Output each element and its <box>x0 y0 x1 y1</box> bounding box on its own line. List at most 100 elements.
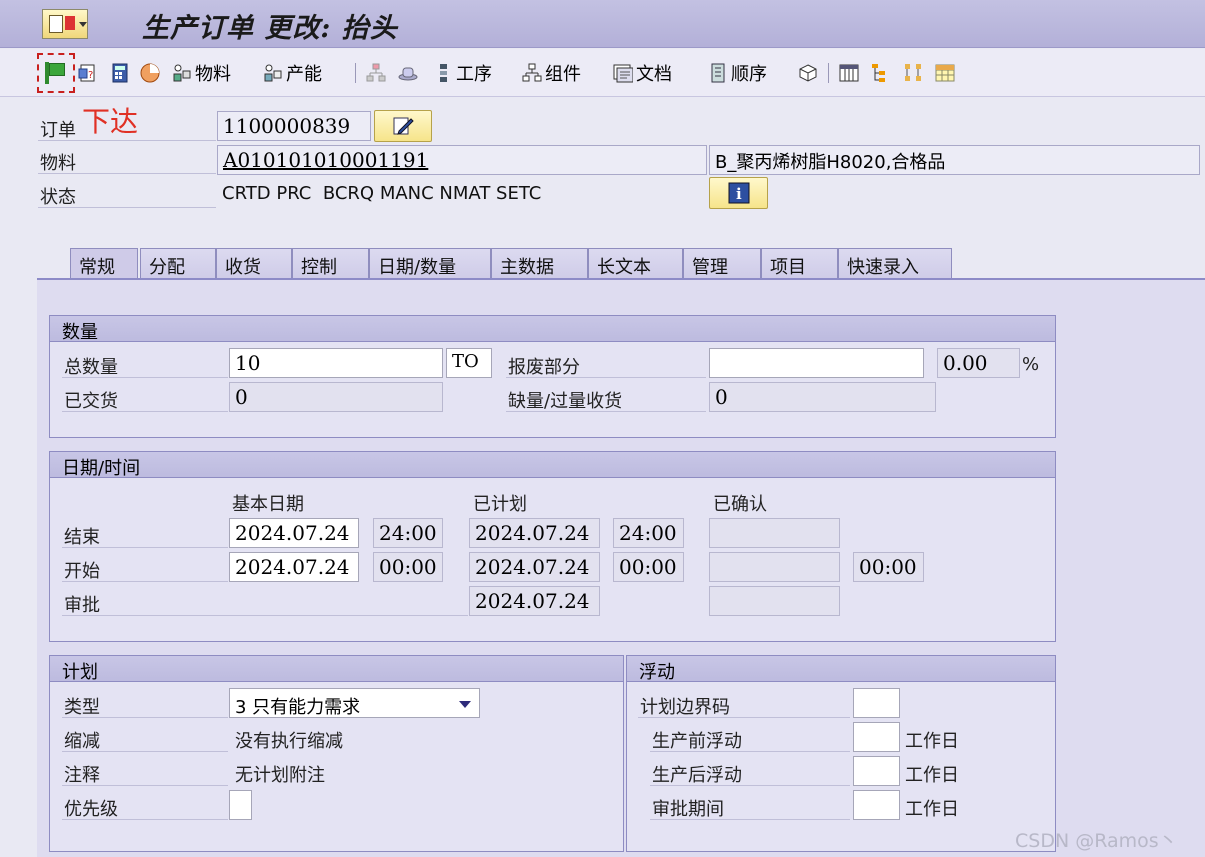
divider <box>62 377 228 378</box>
tab-fast-entry[interactable]: 快速录入 <box>838 248 952 278</box>
tree-button[interactable] <box>871 59 894 87</box>
note-label: 注释 <box>64 765 100 786</box>
material-button[interactable]: 物料 <box>172 59 231 87</box>
sched-release-date-field: 2024.07.24 <box>469 586 600 616</box>
tab-control[interactable]: 控制 <box>292 248 369 278</box>
sched-end-date-field: 2024.07.24 <box>469 518 600 548</box>
float-group-title: 浮动 <box>627 656 1055 683</box>
planning-group: 计划 <box>49 655 624 852</box>
float-group: 浮动 <box>626 655 1056 852</box>
quantity-group-title: 数量 <box>50 316 1055 343</box>
confirmed-start-time-field: 00:00 <box>853 552 924 582</box>
basic-end-date-field[interactable]: 2024.07.24 <box>229 518 359 548</box>
dates-group-title: 日期/时间 <box>50 452 1055 479</box>
capacity-button[interactable]: 产能 <box>263 59 322 87</box>
operations-button[interactable]: 工序 <box>433 59 492 87</box>
system-status: CRTD PRC BCRQ MANC NMAT SETC <box>222 183 542 204</box>
change-order-button[interactable] <box>374 110 432 142</box>
status-info-button[interactable]: i <box>709 177 768 209</box>
basic-start-date-field[interactable]: 2024.07.24 <box>229 552 359 582</box>
basic-end-time-field: 24:00 <box>373 518 443 548</box>
float-after-label: 生产后浮动 <box>652 765 742 786</box>
hat-button[interactable] <box>398 59 421 87</box>
columns-button[interactable] <box>839 59 862 87</box>
priority-field[interactable] <box>229 790 252 820</box>
divider <box>650 819 850 820</box>
hierarchy-icon <box>366 63 386 82</box>
scheduling-type-select[interactable]: 3 只有能力需求 <box>229 688 480 718</box>
document-question-button[interactable]: ? <box>78 59 101 87</box>
tab-goods-receipt[interactable]: 收货 <box>216 248 292 278</box>
total-quantity-field[interactable]: 10 <box>229 348 443 378</box>
order-number-field[interactable]: 1100000839 <box>217 111 371 141</box>
sequence-button[interactable]: 顺序 <box>708 59 767 87</box>
documents-icon <box>613 64 633 83</box>
divider <box>62 411 228 412</box>
divider <box>506 377 706 378</box>
release-period-label: 审批期间 <box>652 799 724 820</box>
basic-start-time-field: 00:00 <box>373 552 443 582</box>
tab-items[interactable]: 项目 <box>761 248 838 278</box>
sched-margin-key-field[interactable] <box>853 688 900 718</box>
divider <box>62 615 468 616</box>
capacity-button-label: 产能 <box>286 64 322 85</box>
release-period-field[interactable] <box>853 790 900 820</box>
components-icon <box>522 63 542 82</box>
material-label: 物料 <box>40 153 76 174</box>
order-label: 订单 <box>40 120 76 141</box>
tab-general[interactable]: 常规 <box>70 248 138 278</box>
divider <box>650 751 850 752</box>
divider <box>62 717 228 718</box>
documents-button[interactable]: 文档 <box>613 59 672 87</box>
network-icon <box>905 64 921 81</box>
svg-text:i: i <box>736 185 742 203</box>
float-before-label: 生产前浮动 <box>652 731 742 752</box>
network-button[interactable] <box>903 59 926 87</box>
scrap-field[interactable] <box>709 348 924 378</box>
info-icon: i <box>728 182 749 204</box>
material-description: B_聚丙烯树脂H8020,合格品 <box>709 145 1200 175</box>
components-button[interactable]: 组件 <box>522 59 581 87</box>
calculator-button[interactable] <box>110 59 133 87</box>
delivered-label: 已交货 <box>64 391 118 412</box>
float-before-field[interactable] <box>853 722 900 752</box>
title-bar: 生产订单 更改: 抬头 <box>0 0 1205 48</box>
sched-start-time-field: 00:00 <box>613 552 684 582</box>
sched-start-date-field: 2024.07.24 <box>469 552 600 582</box>
sequence-icon <box>711 63 725 83</box>
confirmed-release-field <box>709 586 840 616</box>
sequence-button-label: 顺序 <box>731 64 767 85</box>
documents-button-label: 文档 <box>636 64 672 85</box>
tab-long-text[interactable]: 长文本 <box>588 248 683 278</box>
scheduling-type-value: 3 只有能力需求 <box>235 697 361 718</box>
percent-sign: % <box>1022 354 1040 375</box>
unit-field[interactable]: TO <box>446 348 492 378</box>
cube-button[interactable] <box>798 59 821 87</box>
scrap-percent-field: 0.00 <box>937 348 1020 378</box>
hierarchy-button[interactable] <box>366 59 389 87</box>
material-number-field[interactable]: A010101010001191 <box>217 145 707 175</box>
tab-assignment[interactable]: 分配 <box>140 248 216 278</box>
divider <box>38 173 216 174</box>
delivered-field: 0 <box>229 382 443 412</box>
chevron-down-icon[interactable] <box>459 701 471 708</box>
release-annotation: 下达 <box>82 105 139 138</box>
reduction-value: 没有执行缩减 <box>235 731 343 752</box>
tab-dates-quantities[interactable]: 日期/数量 <box>369 248 491 278</box>
grid-button[interactable] <box>935 59 958 87</box>
note-value: 无计划附注 <box>235 765 325 786</box>
columns-icon <box>839 64 859 82</box>
tab-master-data[interactable]: 主数据 <box>491 248 588 278</box>
release-button[interactable] <box>45 59 68 87</box>
divider <box>38 140 216 141</box>
confirmed-header: 已确认 <box>713 494 767 515</box>
reduction-label: 缩减 <box>64 731 100 752</box>
float-after-field[interactable] <box>853 756 900 786</box>
toolbar-separator <box>828 63 829 83</box>
pie-chart-icon <box>140 63 160 83</box>
grid-icon <box>935 64 955 82</box>
priority-label: 优先级 <box>64 799 118 820</box>
tab-administration[interactable]: 管理 <box>683 248 761 278</box>
menu-icon[interactable] <box>42 9 88 39</box>
costs-button[interactable] <box>140 59 163 87</box>
